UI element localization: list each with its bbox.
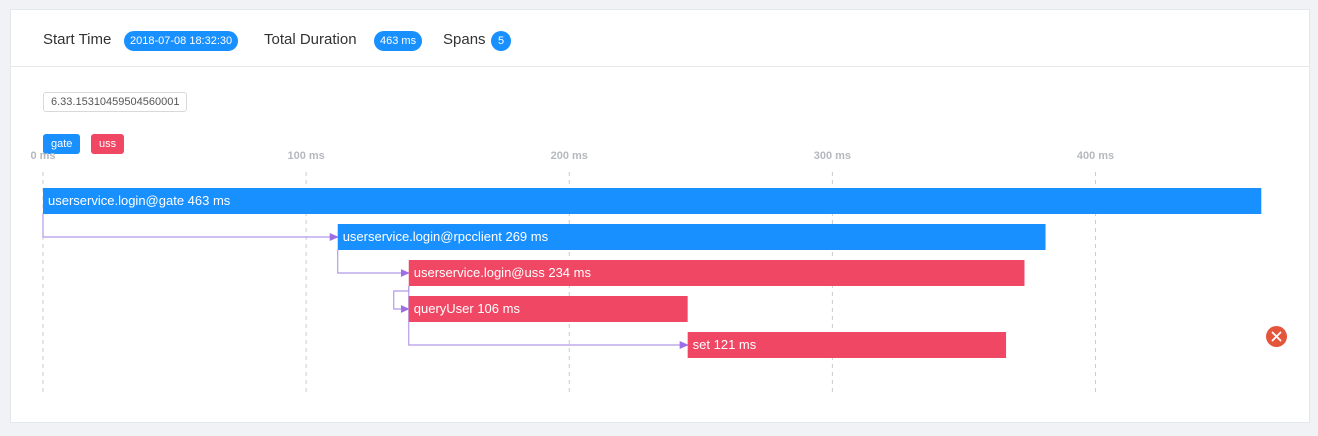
axis-tick-label: 200 ms [550,150,588,162]
axis-tick-label: 0 ms [30,150,56,162]
span-bar[interactable] [43,188,1262,214]
span-bar[interactable] [408,260,1025,286]
close-button[interactable] [1266,326,1287,347]
span-bar[interactable] [337,224,1046,250]
axis-tick-label: 400 ms [1076,150,1115,162]
close-icon [1271,331,1282,342]
axis-tick-label: 300 ms [813,150,852,162]
span-connector [393,286,410,313]
span-bar[interactable] [687,332,1007,358]
span-connector [337,250,410,277]
span-connector [42,214,339,241]
trace-timeline [42,172,1262,394]
span-bar[interactable] [408,296,688,322]
axis-tick-label: 100 ms [287,150,325,162]
